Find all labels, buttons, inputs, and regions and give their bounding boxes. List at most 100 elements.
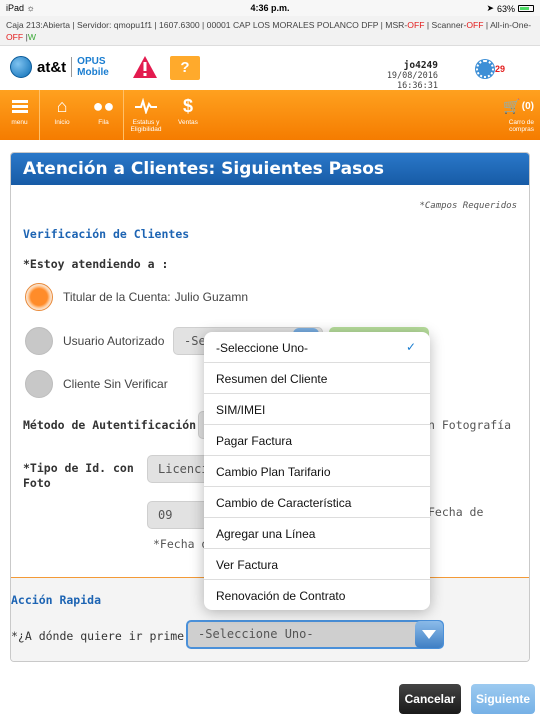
cart-count: (0) [521, 100, 534, 112]
cart-icon: 🛒 [503, 97, 521, 114]
app-name-line1: OPUS [77, 56, 106, 67]
user-info: jo4249 19/08/2016 16:36:31 [350, 60, 438, 91]
nav-fila-label: Fila [98, 119, 109, 126]
notification-gear-icon [476, 60, 494, 78]
nav-inicio-label: Inicio [54, 119, 70, 126]
notifications[interactable]: 29 [476, 60, 505, 78]
quick-action-select-value: -Seleccione Uno- [198, 627, 314, 641]
radio-usuario[interactable] [25, 327, 53, 355]
app-logo[interactable]: at&t OPUS Mobile [10, 56, 109, 78]
auth-method-option-tail: n Fotografía [428, 418, 512, 432]
dropdown-option[interactable]: Renovación de Contrato [204, 580, 430, 610]
location-arrow-icon: ➤ [486, 3, 494, 13]
app-header: at&t OPUS Mobile ? jo4249 19/08/2016 16:… [0, 46, 540, 91]
notification-count: 29 [495, 64, 506, 74]
id-type-label-line2: Foto [23, 476, 51, 490]
dollar-icon: $ [182, 95, 193, 116]
dropdown-option[interactable]: Agregar una Línea [204, 518, 430, 549]
dropdown-option-label: Resumen del Cliente [216, 372, 328, 386]
battery-percent: 63% [496, 3, 515, 14]
dropdown-option[interactable]: Pagar Factura [204, 425, 430, 456]
people-queue-icon: ●● [92, 95, 115, 116]
attending-label: *Estoy atendiendo a : [23, 257, 169, 271]
expiry-date-label-right: Fecha de [428, 505, 484, 519]
pulse-icon [135, 96, 157, 116]
session-info-part2: | Scanner- [424, 20, 467, 30]
nav-menu-label: menu [11, 119, 28, 126]
dropdown-option-label: -Seleccione Uno- [216, 341, 309, 355]
nav-inicio[interactable]: ⌂ Inicio [40, 90, 84, 140]
dropdown-option[interactable]: SIM/IMEI [204, 394, 430, 425]
quick-action-question: *¿A dónde quiere ir primero? [11, 629, 205, 643]
nav-menu[interactable]: menu [0, 90, 40, 140]
titular-name: Julio Guzamn [174, 290, 248, 304]
radio-sin-verificar[interactable] [25, 370, 53, 398]
ios-status-bar: iPad ☼ 4:36 p.m. ➤ 63% [0, 0, 540, 16]
cart-row: 🛒 (0) [503, 96, 534, 116]
nav-cart-label2: compras [509, 126, 534, 133]
battery-icon [518, 5, 534, 12]
radio-sin-verificar-label: Cliente Sin Verificar [63, 377, 168, 391]
login-datetime: 19/08/2016 16:36:31 [386, 71, 438, 91]
nav-cart-label1: Carro de [508, 119, 534, 126]
session-info-part1: Caja 213:Abierta | Servidor: qmopu1f1 | … [6, 20, 408, 30]
id-type-label-line1: *Tipo de Id. con [23, 461, 134, 475]
dropdown-option-label: Ver Factura [216, 558, 279, 572]
help-folder-icon[interactable]: ? [170, 56, 200, 80]
radio-sin-verificar-row[interactable]: Cliente Sin Verificar [25, 370, 168, 398]
nav-cart[interactable]: 🛒 (0) Carro de compras [490, 90, 540, 140]
dropdown-option-label: SIM/IMEI [216, 403, 266, 417]
quick-action-select-knob[interactable] [415, 621, 443, 648]
home-icon: ⌂ [56, 95, 68, 116]
app-name-line2: Mobile [77, 67, 109, 78]
username: jo4249 [403, 60, 438, 71]
checkmark-icon: ✓ [405, 340, 416, 354]
nav-ventas-label: Ventas [178, 119, 198, 126]
att-globe-icon [10, 56, 32, 78]
alert-warning-icon[interactable] [132, 54, 158, 80]
radio-titular-label: Titular de la Cuenta: [63, 290, 171, 304]
hamburger-icon [11, 96, 28, 116]
nav-fila[interactable]: ●● Fila [84, 90, 124, 140]
dropdown-option[interactable]: Cambio de Característica [204, 487, 430, 518]
main-nav: menu ⌂ Inicio ●● Fila Estatus y Eligibil… [0, 90, 540, 140]
session-info-part3: | All-in-One- [483, 20, 532, 30]
nav-estatus-label2: Eligibilidad [130, 126, 162, 133]
dropdown-option[interactable]: Resumen del Cliente [204, 363, 430, 394]
radio-titular[interactable] [25, 283, 53, 311]
radio-titular-row[interactable]: Titular de la Cuenta: Julio Guzamn [25, 283, 248, 311]
dropdown-option[interactable]: -Seleccione Uno- ✓ [204, 332, 430, 363]
brand-name: at&t [37, 58, 67, 76]
session-info-bar: Caja 213:Abierta | Servidor: qmopu1f1 | … [0, 16, 540, 46]
cancel-button[interactable]: Cancelar [399, 684, 461, 714]
dropdown-option-label: Renovación de Contrato [216, 589, 346, 603]
msr-status: OFF [407, 20, 425, 30]
dropdown-popover: -Seleccione Uno- ✓ Resumen del Cliente SI… [204, 332, 430, 610]
chevron-down-icon [422, 630, 436, 639]
w-flag: W [27, 32, 36, 42]
nav-ventas[interactable]: $ Ventas [168, 90, 208, 140]
dropdown-option[interactable]: Ver Factura [204, 549, 430, 580]
next-button[interactable]: Siguiente [471, 684, 535, 714]
logo-divider [71, 57, 73, 77]
dropdown-option-label: Agregar una Línea [216, 527, 316, 541]
radio-usuario-label: Usuario Autorizado [63, 334, 165, 348]
scanner-status: OFF [466, 20, 484, 30]
dropdown-option-label: Pagar Factura [216, 434, 293, 448]
clock: 4:36 p.m. [250, 3, 290, 13]
app-name: OPUS Mobile [77, 56, 109, 78]
radio-usuario-row[interactable]: Usuario Autorizado [25, 327, 164, 355]
nav-estatus-label1: Estatus y [132, 119, 160, 126]
page-title: Atención a Clientes: Siguientes Pasos [11, 153, 529, 185]
verification-section-title: Verificación de Clientes [23, 227, 190, 241]
allinone-status: OFF [6, 32, 24, 42]
nav-estatus[interactable]: Estatus y Eligibilidad [124, 90, 168, 140]
dropdown-option-label: Cambio Plan Tarifario [216, 465, 331, 479]
expiry-date-label-left: *Fecha d [153, 537, 209, 551]
dropdown-option-label: Cambio de Característica [216, 496, 352, 510]
auth-method-label: Método de Autentificación: [23, 418, 204, 432]
quick-action-select[interactable]: -Seleccione Uno- [186, 620, 444, 649]
battery-indicator: ➤ 63% [486, 3, 534, 14]
dropdown-option[interactable]: Cambio Plan Tarifario [204, 456, 430, 487]
required-fields-note: *Campos Requeridos [419, 201, 517, 211]
